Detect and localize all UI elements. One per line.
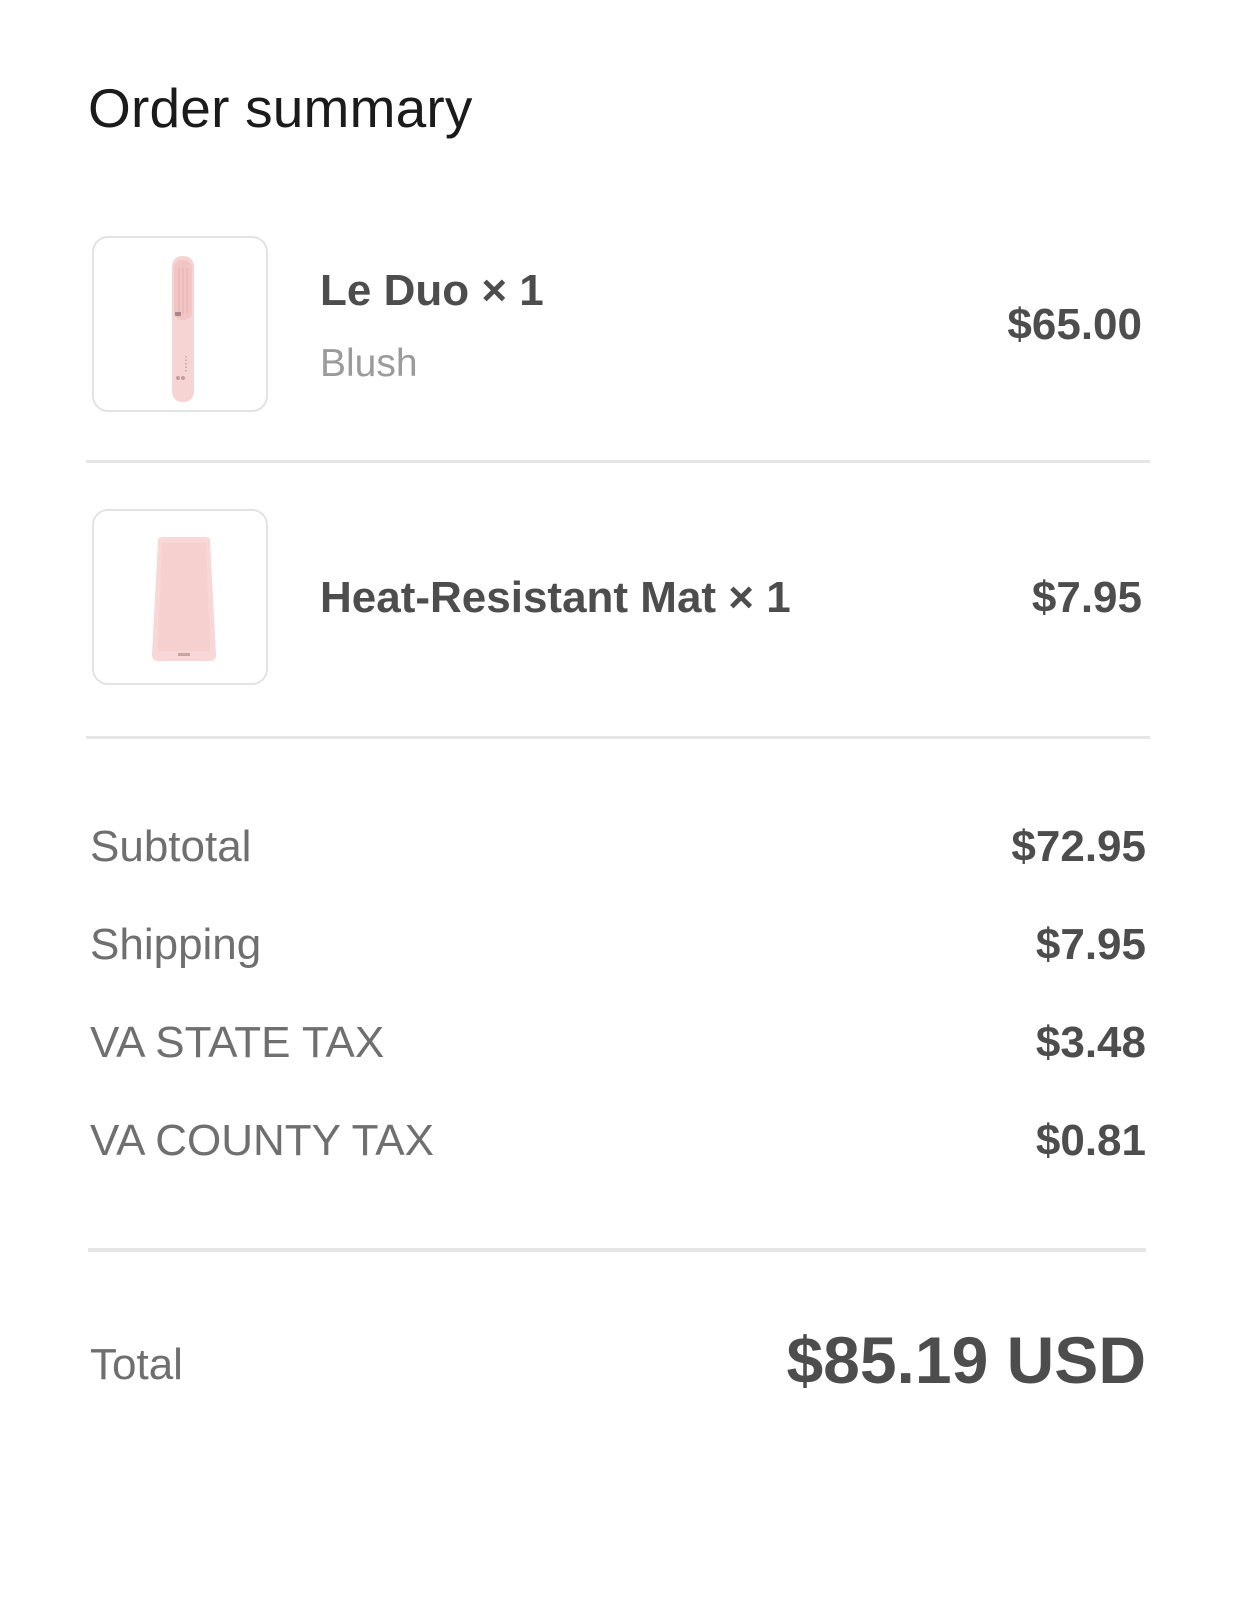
cost-label: Subtotal xyxy=(90,822,252,871)
cost-value: $3.48 xyxy=(1035,1018,1146,1067)
cost-label: VA COUNTY TAX xyxy=(90,1116,434,1165)
cost-value: $7.95 xyxy=(1035,920,1146,969)
cost-value: $0.81 xyxy=(1035,1116,1146,1165)
state-tax-row: VA STATE TAX $3.48 xyxy=(90,1018,1146,1078)
item-name: Heat-Resistant Mat × 1 xyxy=(320,573,791,622)
item-variant: Blush xyxy=(320,342,418,385)
cost-label: VA STATE TAX xyxy=(90,1018,385,1067)
line-item: Le Duo × 1 Blush $65.00 xyxy=(88,236,1150,416)
divider xyxy=(88,1248,1146,1252)
line-item: Heat-Resistant Mat × 1 $7.95 xyxy=(88,509,1150,689)
order-summary-title: Order summary xyxy=(88,77,473,139)
item-price: $65.00 xyxy=(1007,300,1142,349)
county-tax-row: VA COUNTY TAX $0.81 xyxy=(90,1116,1146,1176)
heat-mat-image xyxy=(152,537,216,661)
divider xyxy=(86,460,1150,463)
item-name: Le Duo × 1 xyxy=(320,266,544,315)
cost-label: Shipping xyxy=(90,920,262,969)
cost-value: $72.95 xyxy=(1011,822,1146,871)
hair-tool-image xyxy=(172,256,194,402)
shipping-row: Shipping $7.95 xyxy=(90,920,1146,980)
divider xyxy=(86,736,1150,739)
total-value: $85.19 USD xyxy=(786,1323,1146,1397)
item-price: $7.95 xyxy=(1031,573,1142,622)
total-label: Total xyxy=(90,1340,183,1389)
product-thumbnail-le-duo xyxy=(92,236,268,412)
product-thumbnail-heat-mat xyxy=(92,509,268,685)
subtotal-row: Subtotal $72.95 xyxy=(90,822,1146,882)
